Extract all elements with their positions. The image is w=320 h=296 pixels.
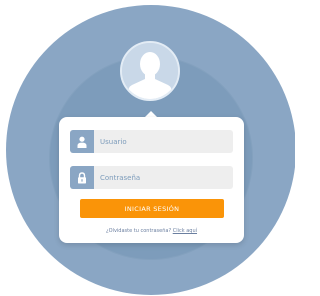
user-silhouette-icon: [122, 43, 178, 99]
user-icon: [77, 136, 87, 148]
forgot-password-text: ¿Olvidaste tu contraseña?: [105, 228, 172, 234]
password-icon-box: [70, 166, 94, 189]
login-card: INICIAR SESIÓN ¿Olvidaste tu contraseña?…: [59, 117, 244, 243]
password-input[interactable]: [94, 166, 233, 189]
username-input[interactable]: [94, 130, 233, 153]
avatar: [120, 41, 180, 101]
username-icon-box: [70, 130, 94, 153]
lock-icon: [78, 171, 86, 183]
password-field: [70, 166, 233, 189]
forgot-password-row: ¿Olvidaste tu contraseña? Click aquí: [59, 228, 244, 234]
forgot-password-link[interactable]: Click aquí: [173, 228, 197, 234]
login-button[interactable]: INICIAR SESIÓN: [80, 199, 224, 218]
login-screen: INICIAR SESIÓN ¿Olvidaste tu contraseña?…: [0, 0, 295, 296]
username-field: [70, 130, 233, 153]
